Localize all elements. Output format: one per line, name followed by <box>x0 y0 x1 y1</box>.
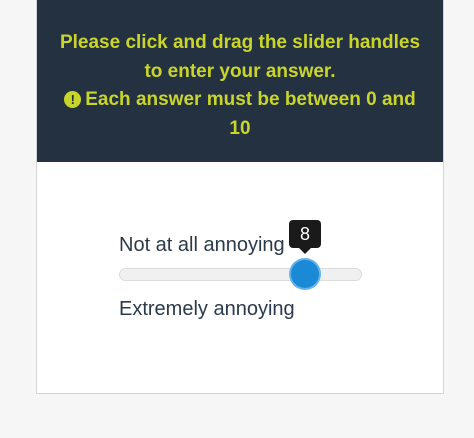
slider-value: 8 <box>299 224 310 244</box>
slider-value-tooltip: 8 <box>289 220 321 254</box>
question-card: Please click and drag the slider handles… <box>36 0 444 394</box>
tooltip-arrow <box>299 248 311 254</box>
warning-line: ! Each answer must be between 0 and <box>37 86 443 115</box>
slider-max-label: Extremely annoying <box>119 298 295 320</box>
warning-text: Each answer must be between 0 and <box>85 89 416 110</box>
exclamation-circle-icon: ! <box>64 91 82 108</box>
slider-handle[interactable] <box>291 260 319 288</box>
instruction-banner: Please click and drag the slider handles… <box>37 0 443 162</box>
instruction-line-2: to enter your answer. <box>144 60 336 82</box>
slider-min-label: Not at all annoying <box>119 234 285 256</box>
slider-track[interactable] <box>119 268 362 281</box>
instruction-line-1: Please click and drag the slider handles <box>59 32 421 53</box>
warning-line-2: 10 <box>229 117 251 139</box>
